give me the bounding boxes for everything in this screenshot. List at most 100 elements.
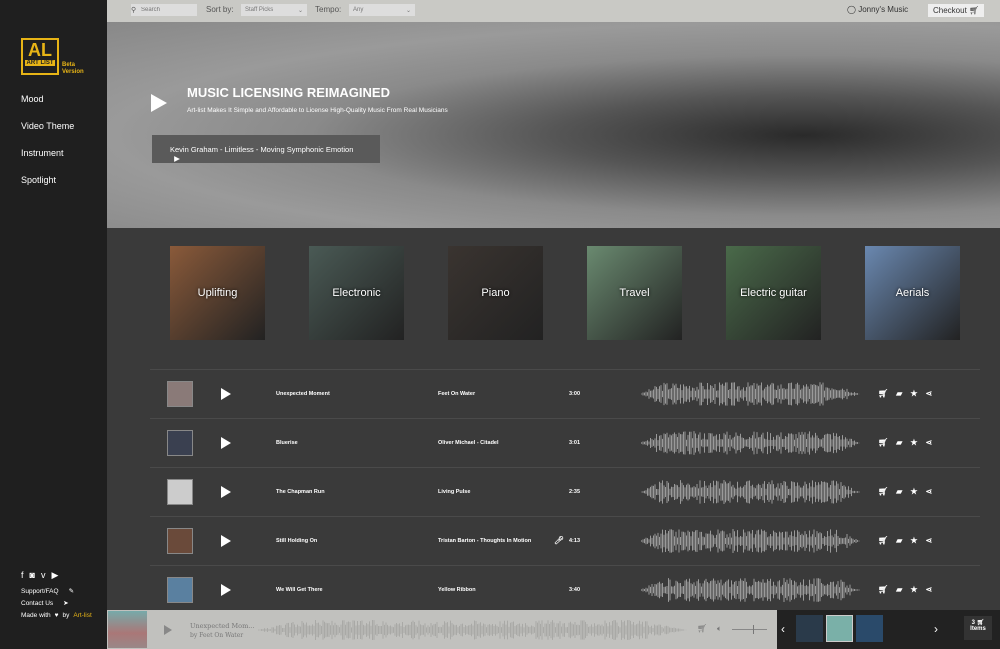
search-input[interactable] [131,4,197,16]
category-tile[interactable]: Travel [587,246,682,340]
category-tile[interactable]: Aerials [865,246,960,340]
checkout-button[interactable]: Checkout 🛒︎ [928,4,985,17]
track-waveform[interactable] [640,578,860,602]
track-title[interactable]: The Chapman Run [276,489,325,495]
category-label: Aerials [895,287,930,299]
tempo-select[interactable]: Any ⌄ [349,4,415,16]
tempo-value: Any [353,7,364,13]
track-thumbnail [167,577,193,603]
star-icon[interactable]: ★ [910,389,917,398]
track-row[interactable]: Unexpected Moment Feet On Water 3:00 🛒︎ ▰… [150,369,980,418]
cart-button[interactable]: 3 🛒︎ Items [964,616,992,640]
track-thumbnail [167,479,193,505]
top-bar: ⚲ Sort by: Staff Picks ⌄ Tempo: Any ⌄ ◯ Jo… [107,0,1000,22]
sidebar-item-mood[interactable]: Mood [21,94,74,121]
cart-icon[interactable]: 🛒︎ [878,389,888,398]
star-icon[interactable]: ★ [910,585,917,594]
volume-handle[interactable] [753,625,754,634]
folder-icon[interactable]: ▰ [896,438,902,447]
track-waveform[interactable] [640,529,860,553]
track-artist[interactable]: Feet On Water [438,391,475,397]
sidebar-item-video-theme[interactable]: Video Theme [21,121,74,148]
cart-icon[interactable]: 🛒︎ [878,536,888,545]
user-menu[interactable]: ◯ Jonny's Music [847,5,908,14]
category-tile[interactable]: Electric guitar [726,246,821,340]
track-thumbnail [167,381,193,407]
track-waveform[interactable] [640,480,860,504]
cart-icon[interactable]: 🛒︎ [878,438,888,447]
play-icon[interactable] [221,535,231,547]
carousel-thumb[interactable] [826,615,853,642]
play-icon[interactable] [221,584,231,596]
track-artist[interactable]: Living Pulse [438,489,470,495]
player-title: Unexpected Mom... [190,622,255,630]
sidebar-item-spotlight[interactable]: Spotlight [21,175,74,202]
contact-link[interactable]: Contact Us [21,600,53,607]
category-tile[interactable]: Electronic [309,246,404,340]
category-tile[interactable]: Uplifting [170,246,265,340]
sidebar-item-instrument[interactable]: Instrument [21,148,74,175]
track-row[interactable]: We Will Get There Yellow Ribbon 3:40 🛒︎ ▰… [150,565,980,614]
folder-icon[interactable]: ▰ [896,389,902,398]
featured-track-button[interactable]: Kevin Graham - Limitless - Moving Sympho… [152,135,380,163]
instagram-icon[interactable]: ◙ [30,570,35,581]
player-play-icon[interactable] [164,625,172,635]
star-icon[interactable]: ★ [910,536,917,545]
play-icon[interactable] [221,437,231,449]
track-artist[interactable]: Yellow Ribbon [438,587,476,593]
share-icon[interactable]: ⋖ [925,438,932,447]
facebook-icon[interactable]: f [21,570,24,581]
cart-icon[interactable]: 🛒︎ [697,624,707,633]
folder-icon[interactable]: ▰ [896,536,902,545]
cart-icon[interactable]: 🛒︎ [878,585,888,594]
track-waveform[interactable] [640,382,860,406]
category-tile[interactable]: Piano [448,246,543,340]
chevron-right-icon[interactable]: › [934,622,938,636]
star-icon[interactable]: ★ [910,438,917,447]
youtube-icon[interactable]: ▶ [51,570,58,581]
track-title[interactable]: Still Holding On [276,538,317,544]
play-icon[interactable] [221,388,231,400]
category-label: Piano [481,287,510,299]
audio-player: Unexpected Mom... by Feet On Water 🛒︎ 🔈︎ [107,610,777,649]
track-title[interactable]: Unexpected Moment [276,391,330,397]
track-artist[interactable]: Oliver Michael - Citadel [438,440,499,446]
track-duration: 3:00 [569,391,581,397]
hero-banner: MUSIC LICENSING REIMAGINED Art-list Make… [107,22,1000,228]
hero-title: MUSIC LICENSING REIMAGINED [187,85,390,100]
track-row[interactable]: Bluerise Oliver Michael - Citadel 3:01 🛒… [150,418,980,467]
beta-badge: Beta Version [62,62,84,75]
carousel-thumb[interactable] [796,615,823,642]
artlist-link[interactable]: Art-list [73,612,91,619]
heart-icon: ♥ [54,611,59,619]
track-row[interactable]: Still Holding On Tristan Barton - Though… [150,516,980,565]
play-icon[interactable] [221,486,231,498]
share-icon[interactable]: ⋖ [925,389,932,398]
track-title[interactable]: We Will Get There [276,587,323,593]
hero-play-icon[interactable] [151,94,167,112]
volume-slider[interactable] [732,625,767,634]
share-icon[interactable]: ⋖ [925,585,932,594]
support-link[interactable]: Support/FAQ [21,588,59,595]
volume-icon[interactable]: 🔈︎ [717,624,722,634]
search-icon: ⚲ [131,7,137,14]
folder-icon[interactable]: ▰ [896,487,902,496]
track-duration: 3:01 [569,440,581,446]
share-icon[interactable]: ⋖ [925,536,932,545]
track-artist[interactable]: Tristan Barton - Thoughts In Motion [438,538,531,544]
track-waveform[interactable] [640,431,860,455]
share-icon[interactable]: ⋖ [925,487,932,496]
sort-select[interactable]: Staff Picks ⌄ [241,4,307,16]
player-waveform[interactable] [257,620,687,640]
track-row[interactable]: The Chapman Run Living Pulse 2:35 🛒︎ ▰ ★ ⋖ [150,467,980,516]
cart-icon[interactable]: 🛒︎ [878,487,888,496]
carousel-thumb[interactable] [856,615,883,642]
folder-icon[interactable]: ▰ [896,585,902,594]
star-icon[interactable]: ★ [910,487,917,496]
track-title[interactable]: Bluerise [276,440,298,446]
chevron-left-icon[interactable]: ‹ [781,622,785,636]
track-duration: 4:13 [569,538,581,544]
artlist-logo[interactable]: AL ART LIST [21,38,59,75]
category-label: Electronic [332,287,381,299]
vimeo-icon[interactable]: v [41,570,46,581]
